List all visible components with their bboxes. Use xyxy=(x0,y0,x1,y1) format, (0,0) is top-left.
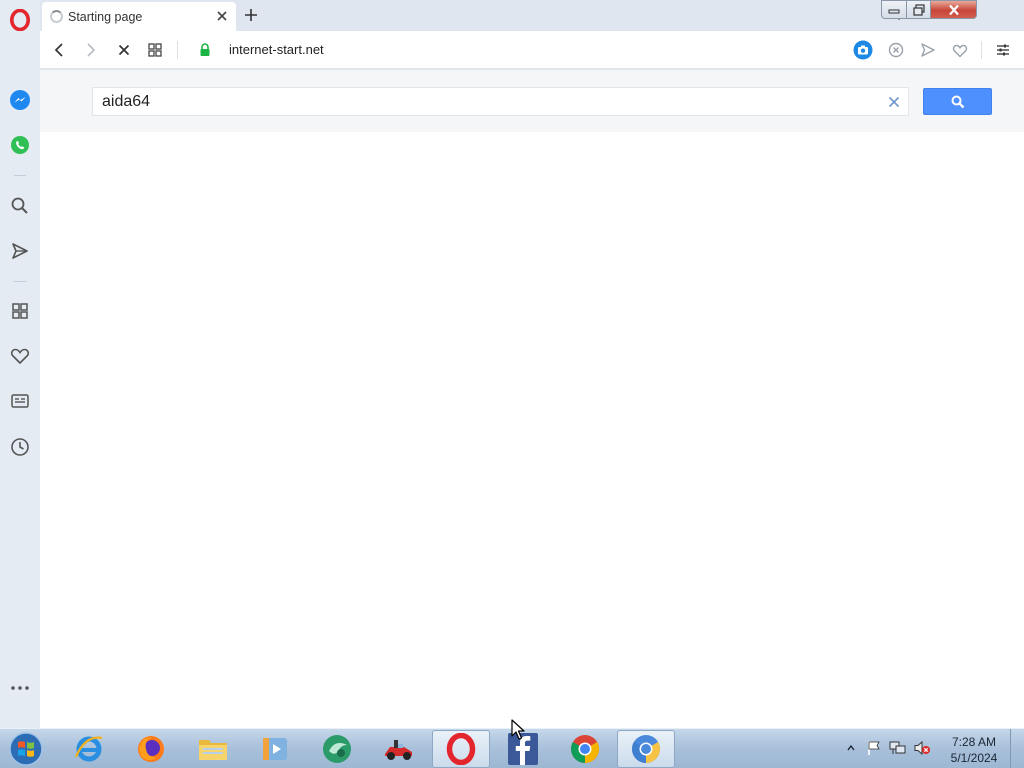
speed-dial-icon[interactable] xyxy=(8,299,32,323)
address-url[interactable]: internet-start.net xyxy=(229,42,324,57)
tab-strip: Starting page xyxy=(40,0,1024,31)
search-icon[interactable] xyxy=(8,194,32,218)
windows-logo-icon xyxy=(9,732,43,766)
volume-muted-icon[interactable] xyxy=(913,739,931,757)
tab-title: Starting page xyxy=(68,10,143,24)
chrome-icon[interactable] xyxy=(556,730,614,768)
stop-loading-icon[interactable] xyxy=(114,40,134,60)
minimize-button[interactable] xyxy=(881,0,907,19)
forward-icon[interactable] xyxy=(81,40,101,60)
ad-blocker-icon[interactable] xyxy=(886,40,906,60)
show-desktop-button[interactable] xyxy=(1010,729,1024,768)
more-options-icon[interactable] xyxy=(8,676,32,700)
news-icon[interactable] xyxy=(8,389,32,413)
media-player-icon[interactable] xyxy=(246,730,304,768)
toolbar-divider xyxy=(177,41,178,59)
tab-close-icon[interactable] xyxy=(214,8,230,24)
racing-game-icon[interactable] xyxy=(370,730,428,768)
send-icon[interactable] xyxy=(8,239,32,263)
toolbar-divider xyxy=(981,41,982,59)
clear-search-icon[interactable] xyxy=(883,91,905,113)
easy-setup-icon[interactable] xyxy=(993,40,1013,60)
start-button[interactable] xyxy=(6,731,46,767)
back-icon[interactable] xyxy=(49,40,69,60)
search-button[interactable] xyxy=(923,88,992,115)
window-close-button[interactable] xyxy=(930,0,977,19)
sidebar-separator xyxy=(14,281,26,282)
sidebar-separator xyxy=(14,175,26,176)
search-band: aida64 xyxy=(40,70,1024,132)
opera-taskbar-icon[interactable] xyxy=(432,730,490,768)
action-center-flag-icon[interactable] xyxy=(865,739,883,757)
opera-menu-icon[interactable] xyxy=(8,8,32,32)
opera-sidebar xyxy=(0,0,40,728)
chromium-icon[interactable] xyxy=(617,730,675,768)
internet-explorer-icon[interactable] xyxy=(60,730,118,768)
search-magnifier-icon xyxy=(951,95,964,108)
bookmark-heart-icon[interactable] xyxy=(950,40,970,60)
network-icon[interactable] xyxy=(889,739,907,757)
new-tab-plus-icon[interactable] xyxy=(242,6,260,24)
heart-icon[interactable] xyxy=(8,344,32,368)
secure-lock-icon[interactable] xyxy=(195,40,215,60)
firefox-icon[interactable] xyxy=(122,730,180,768)
loading-spinner-icon xyxy=(50,10,63,23)
snapshot-camera-icon[interactable] xyxy=(853,40,873,60)
tab-starting-page[interactable]: Starting page xyxy=(42,2,236,31)
mouse-cursor-icon xyxy=(511,719,525,740)
tabs-grid-icon[interactable] xyxy=(145,40,165,60)
restore-button[interactable] xyxy=(906,0,931,19)
file-explorer-icon[interactable] xyxy=(184,730,242,768)
desktop-screen: Starting page internet-start.net aida64 … xyxy=(0,0,1024,768)
web-page: aida64 xyxy=(40,70,1024,728)
show-hidden-icons-chevron-icon[interactable] xyxy=(842,739,860,757)
history-clock-icon[interactable] xyxy=(8,435,32,459)
search-input[interactable]: aida64 xyxy=(92,87,909,116)
clock-time: 7:28 AM xyxy=(951,735,997,749)
green-app-icon[interactable] xyxy=(308,730,366,768)
clock-date: 5/1/2024 xyxy=(950,751,998,765)
address-toolbar: internet-start.net xyxy=(40,31,1024,69)
send-to-flow-icon[interactable] xyxy=(918,40,938,60)
whatsapp-icon[interactable] xyxy=(8,133,32,157)
taskbar-clock[interactable]: 7:28 AM 5/1/2024 xyxy=(944,734,1004,766)
messenger-icon[interactable] xyxy=(8,88,32,112)
